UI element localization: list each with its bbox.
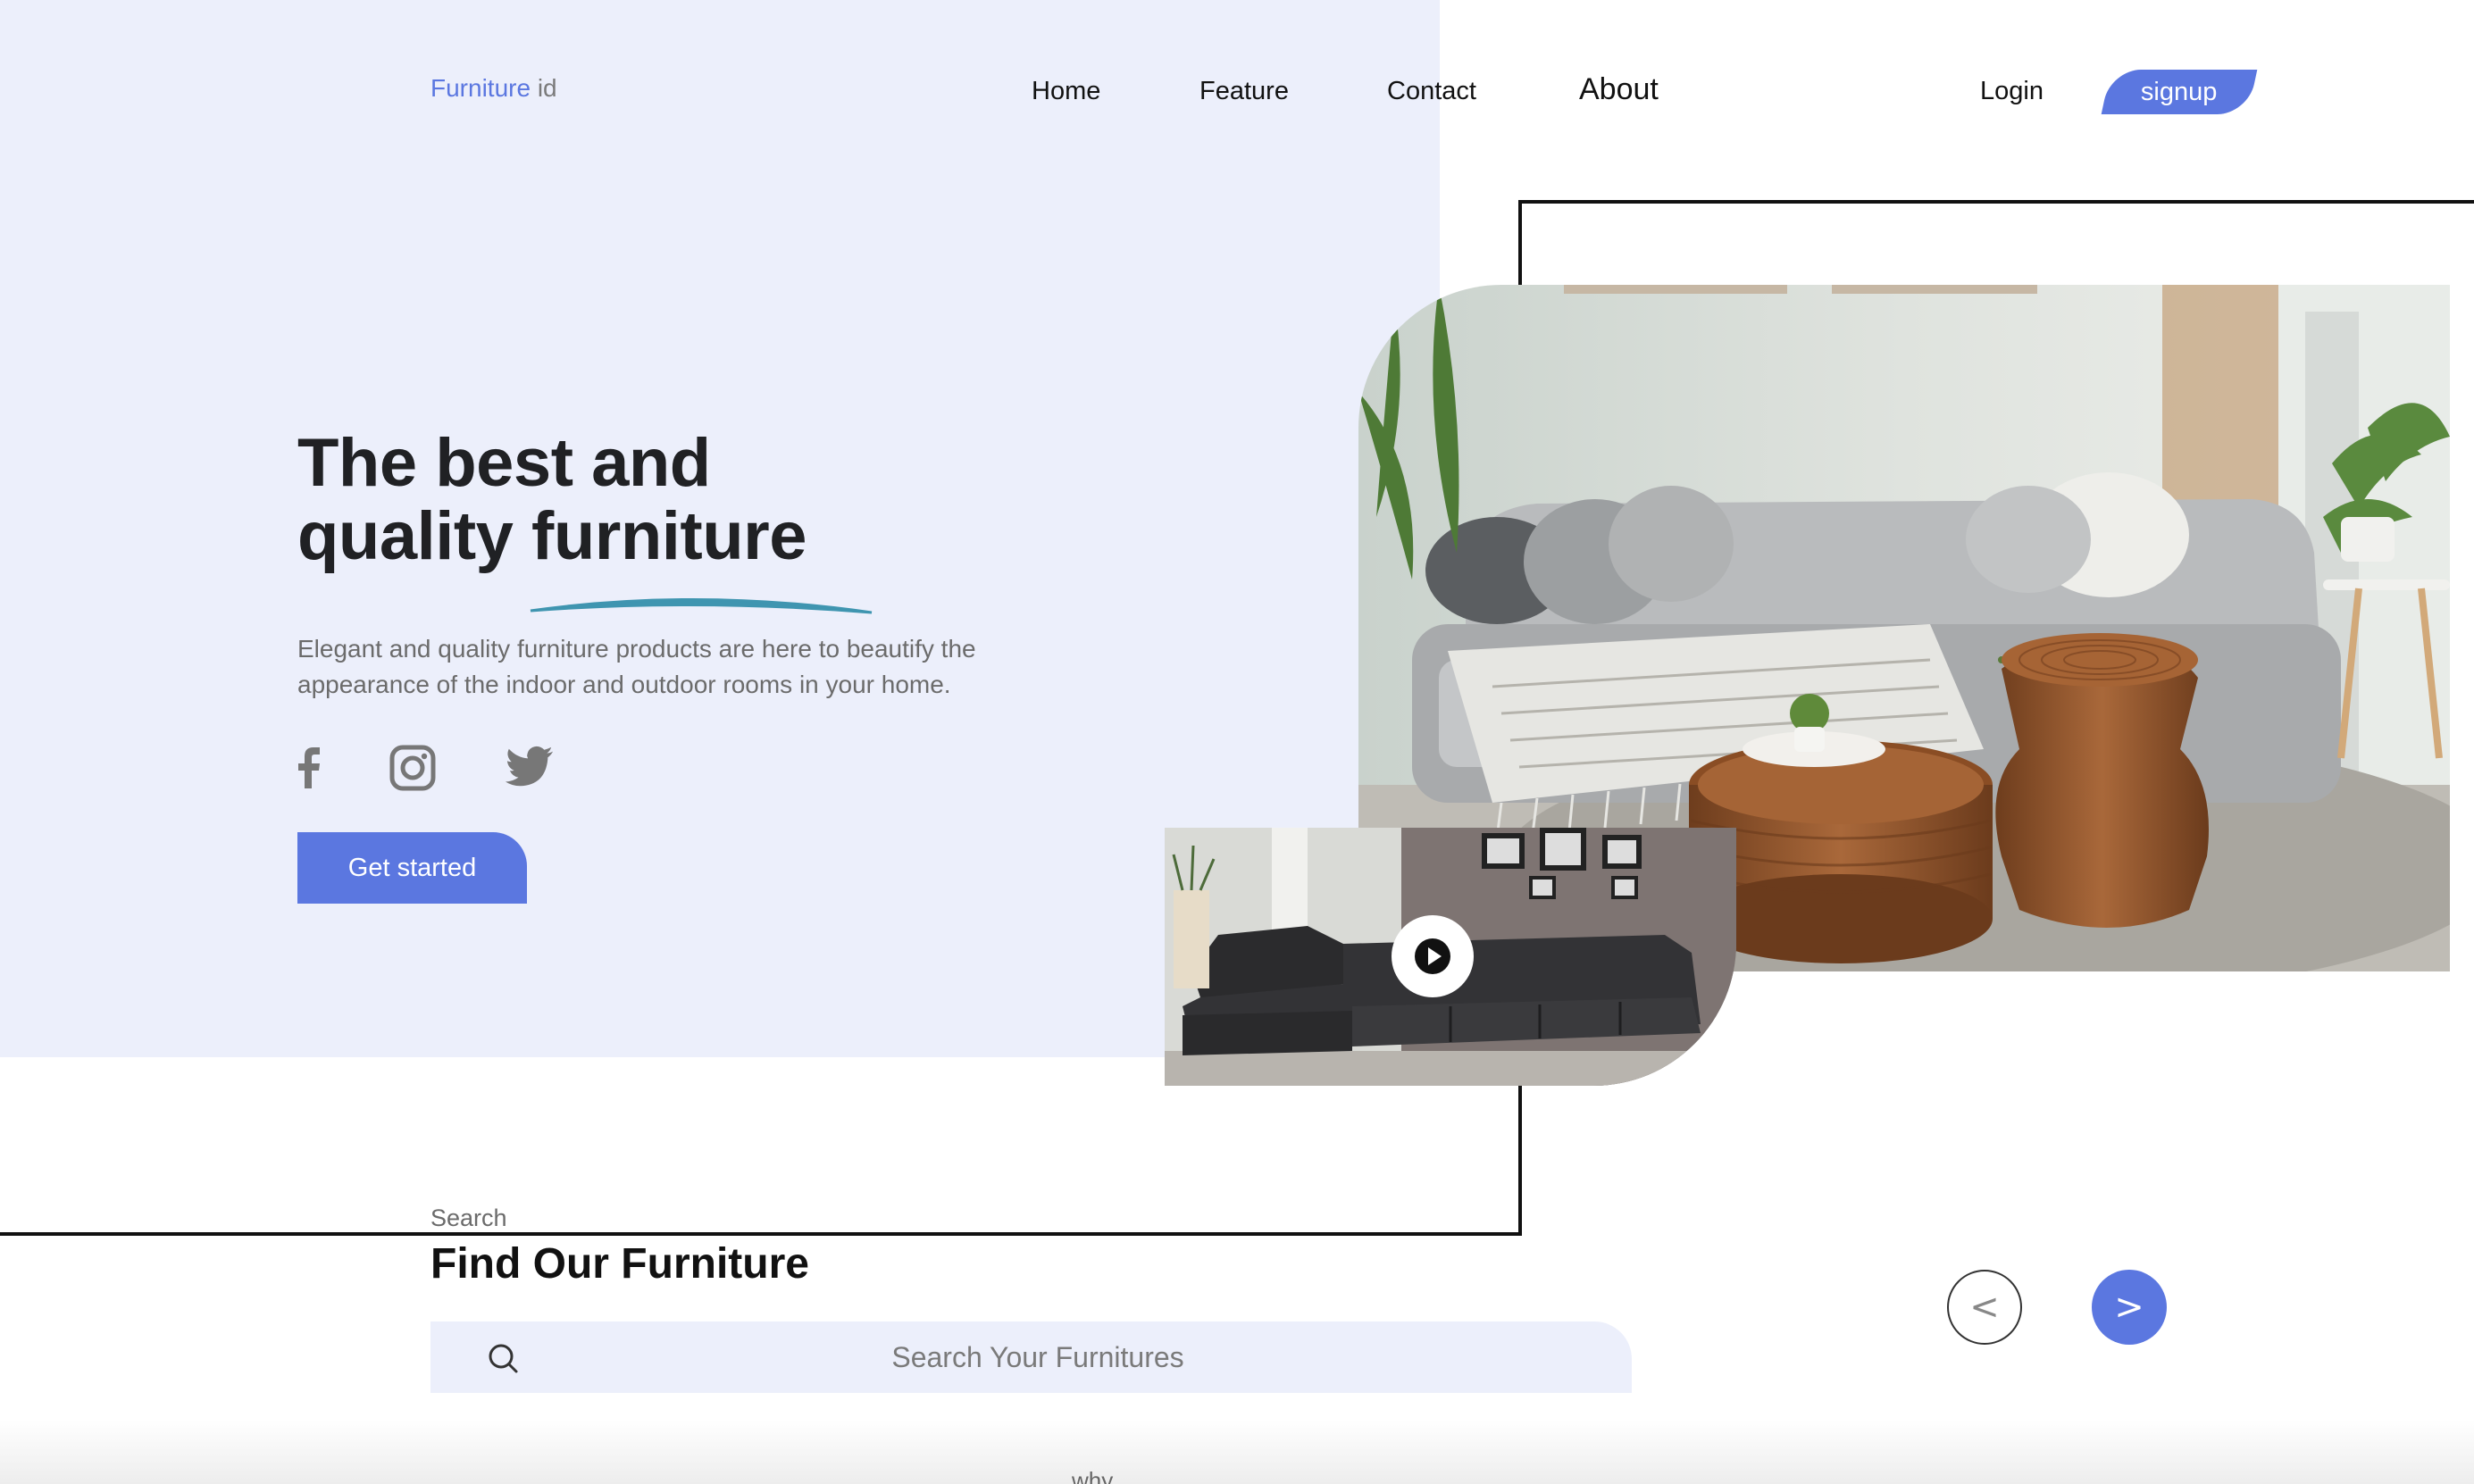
nav-feature[interactable]: Feature — [1199, 75, 1289, 107]
hero-title-line-2: quality furniture — [297, 498, 807, 574]
decorative-frame-bottom — [0, 1232, 1522, 1236]
search-section-kicker: Search — [430, 1205, 507, 1231]
get-started-button[interactable]: Get started — [297, 832, 527, 904]
next-section-shadow — [0, 1420, 2474, 1484]
instagram-icon[interactable] — [388, 743, 438, 793]
hero-title-line-1: The best and — [297, 425, 711, 501]
title-underline-swoosh — [530, 598, 873, 614]
logo-brand: Furniture — [430, 74, 531, 102]
search-icon[interactable] — [486, 1341, 520, 1375]
nav-home[interactable]: Home — [1032, 75, 1100, 107]
hero-description: Elegant and quality furniture products a… — [297, 635, 976, 698]
nav-about[interactable]: About — [1579, 73, 1659, 105]
search-input[interactable] — [547, 1321, 1529, 1393]
signup-label: signup — [2141, 77, 2218, 106]
nav-contact[interactable]: Contact — [1387, 75, 1476, 107]
logo-suffix: id — [537, 74, 557, 102]
signup-button[interactable]: signup — [2101, 70, 2258, 114]
play-icon — [1415, 938, 1450, 974]
search-bar — [430, 1321, 1632, 1393]
carousel-prev-button[interactable]: < — [1947, 1270, 2022, 1345]
carousel-next-button[interactable]: > — [2092, 1270, 2167, 1345]
next-section-kicker: why — [1072, 1467, 1114, 1484]
landing-page: Furniture id Home Feature Contact About … — [0, 0, 2474, 1484]
decorative-frame-top — [1518, 200, 2474, 204]
site-logo[interactable]: Furniture id — [430, 73, 557, 104]
play-button[interactable] — [1392, 915, 1474, 997]
hero-title: The best and quality furniture — [297, 427, 807, 573]
search-section-title: Find Our Furniture — [430, 1240, 809, 1288]
facebook-icon[interactable] — [284, 743, 334, 793]
twitter-icon[interactable] — [505, 743, 555, 793]
login-link[interactable]: Login — [1980, 75, 2044, 107]
video-preview-card[interactable] — [1165, 828, 1736, 1086]
